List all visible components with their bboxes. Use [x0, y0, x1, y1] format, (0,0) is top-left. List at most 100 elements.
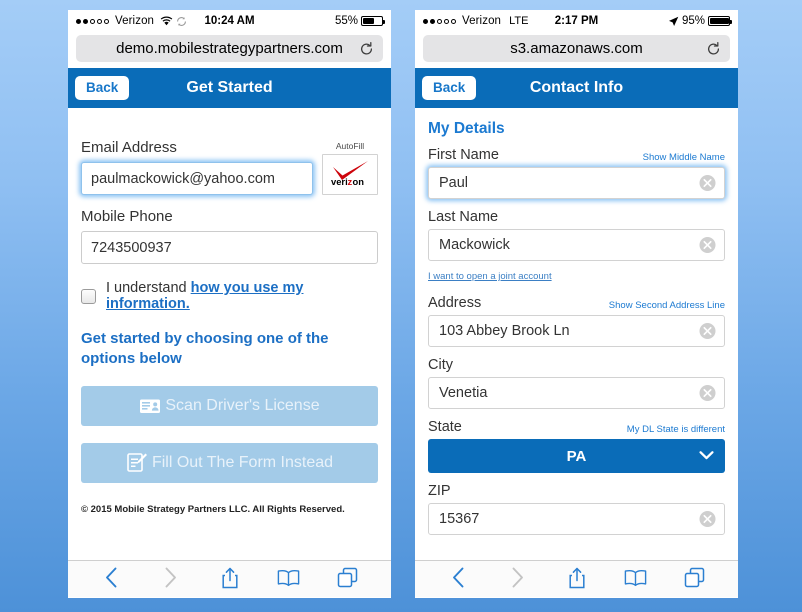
battery-icon: [708, 16, 732, 26]
browser-url-bar-left: demo.mobilestrategypartners.com: [68, 32, 391, 68]
signal-strength-icon: [423, 18, 456, 24]
share-icon: [221, 567, 239, 592]
browser-bookmarks-button[interactable]: [619, 565, 653, 593]
clear-last-name-button[interactable]: [699, 237, 716, 254]
page-content-left: Email Address AutoFill veri z on: [68, 108, 391, 597]
battery-icon: [361, 16, 385, 26]
show-middle-name-link[interactable]: Show Middle Name: [643, 152, 725, 163]
section-title-my-details: My Details: [428, 120, 505, 137]
chevron-down-icon: [699, 448, 714, 465]
first-name-input[interactable]: [428, 167, 725, 199]
address-input[interactable]: [428, 315, 725, 347]
state-select[interactable]: PA: [428, 439, 725, 473]
scan-drivers-license-button[interactable]: Scan Driver's License: [81, 385, 378, 426]
browser-url-bar-right: s3.amazonaws.com: [415, 32, 738, 68]
mobile-phone-label: Mobile Phone: [81, 208, 173, 225]
share-icon: [568, 567, 586, 592]
id-card-icon: [139, 398, 161, 414]
carrier-name: Verizon: [462, 15, 502, 27]
browser-tabs-button[interactable]: [678, 565, 712, 593]
field-zip: ZIP: [428, 483, 725, 535]
wifi-icon: [160, 16, 173, 26]
dl-state-different-link[interactable]: My DL State is different: [627, 424, 725, 435]
browser-back-button[interactable]: [95, 565, 129, 593]
page-content-right: My Details First Name Show Middle Name P…: [415, 108, 738, 597]
app-nav-bar-left: Back Get Started: [68, 68, 391, 108]
city-input[interactable]: [428, 377, 725, 409]
reload-icon[interactable]: [706, 41, 721, 56]
browser-toolbar-left: [68, 560, 391, 597]
browser-share-button[interactable]: [560, 565, 594, 593]
fill-form-button[interactable]: Fill Out The Form Instead: [81, 442, 378, 483]
clear-city-button[interactable]: [699, 385, 716, 402]
location-arrow-icon: [668, 16, 679, 27]
clear-address-button[interactable]: [699, 323, 716, 340]
battery-percent: 55%: [334, 15, 358, 27]
zip-label: ZIP: [428, 483, 451, 499]
field-state: State My DL State is different PA: [428, 419, 725, 473]
browser-tabs-button[interactable]: [331, 565, 365, 593]
state-selected-value: PA: [566, 447, 587, 465]
clear-circle-icon: [699, 237, 716, 254]
autofill-verizon-button[interactable]: veri z on: [322, 154, 378, 195]
chevron-left-icon: [452, 567, 465, 591]
verizon-logo-icon: veri z on: [327, 159, 373, 190]
back-button[interactable]: Back: [422, 75, 477, 101]
consent-text: I understand how you use my information.: [106, 280, 378, 312]
url-text: s3.amazonaws.com: [510, 40, 643, 57]
back-button[interactable]: Back: [75, 75, 130, 101]
url-text: demo.mobilestrategypartners.com: [116, 40, 343, 57]
status-left-group: Verizon LTE: [423, 15, 528, 27]
clear-zip-button[interactable]: [699, 511, 716, 528]
show-second-address-line-link[interactable]: Show Second Address Line: [609, 300, 725, 311]
chevron-left-icon: [105, 567, 118, 591]
mobile-phone-input[interactable]: [81, 231, 378, 264]
clear-first-name-button[interactable]: [699, 175, 716, 192]
consent-static-text: I understand: [106, 280, 191, 296]
browser-back-button[interactable]: [442, 565, 476, 593]
status-right-group: 95%: [668, 15, 732, 27]
url-field[interactable]: s3.amazonaws.com: [423, 35, 730, 62]
clear-circle-icon: [699, 323, 716, 340]
email-row: Email Address AutoFill veri z on: [81, 139, 378, 195]
status-bar-right: Verizon LTE 2:17 PM 95%: [415, 10, 738, 32]
network-type: LTE: [509, 15, 529, 27]
email-label: Email Address: [81, 139, 177, 156]
browser-forward-button[interactable]: [154, 565, 188, 593]
clipboard-pencil-icon: [126, 452, 148, 473]
browser-toolbar-right: [415, 560, 738, 597]
reload-icon[interactable]: [359, 41, 374, 56]
clear-circle-icon: [699, 511, 716, 528]
last-name-input[interactable]: [428, 229, 725, 261]
last-name-label: Last Name: [428, 209, 499, 225]
battery-percent: 95%: [681, 15, 705, 27]
chevron-right-icon: [164, 567, 177, 591]
browser-bookmarks-button[interactable]: [272, 565, 306, 593]
joint-account-link[interactable]: I want to open a joint account: [428, 271, 725, 282]
first-name-label: First Name: [428, 147, 499, 163]
field-first-name: First Name Show Middle Name: [428, 147, 725, 199]
chevron-right-icon: [511, 567, 524, 591]
zip-input[interactable]: [428, 503, 725, 535]
status-left-group: Verizon: [76, 15, 187, 27]
city-label: City: [428, 357, 453, 373]
field-address: Address Show Second Address Line: [428, 295, 725, 347]
browser-share-button[interactable]: [213, 565, 247, 593]
url-field[interactable]: demo.mobilestrategypartners.com: [76, 35, 383, 62]
scan-button-label: Scan Driver's License: [165, 396, 320, 414]
copyright-text: © 2015 Mobile Strategy Partners LLC. All…: [81, 503, 345, 515]
book-icon: [624, 569, 647, 590]
app-nav-bar-right: Back Contact Info: [415, 68, 738, 108]
email-input[interactable]: [81, 162, 313, 195]
field-city: City: [428, 357, 725, 409]
state-label: State: [428, 419, 462, 435]
svg-text:on: on: [353, 176, 365, 187]
field-last-name: Last Name: [428, 209, 725, 261]
mobile-phone-group: Mobile Phone: [81, 208, 378, 264]
consent-checkbox[interactable]: [81, 288, 96, 304]
book-icon: [277, 569, 300, 590]
status-right-group: 55%: [334, 15, 385, 27]
browser-forward-button[interactable]: [501, 565, 535, 593]
carrier-name: Verizon: [115, 15, 155, 27]
signal-strength-icon: [76, 18, 109, 24]
